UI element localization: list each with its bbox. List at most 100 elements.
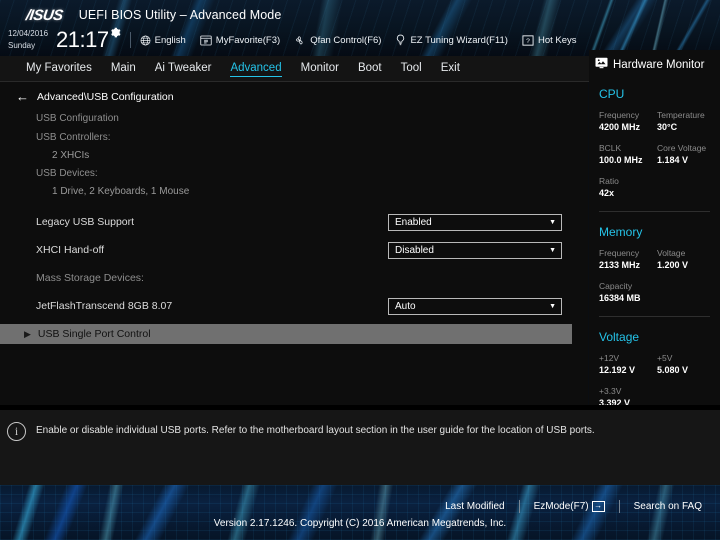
chevron-down-icon: ▼ <box>549 246 556 254</box>
hw-section-title-cpu: CPU <box>599 87 625 101</box>
hw-cell: Ratio 42x <box>599 176 657 200</box>
hw-row: BCLK 100.0 MHz Core Voltage 1.184 V <box>589 143 720 167</box>
qfan-control-button[interactable]: Qfan Control(F6) <box>294 35 381 46</box>
fan-icon <box>294 35 306 46</box>
header: /ISUS UEFI BIOS Utility – Advanced Mode … <box>0 0 720 56</box>
hw-value: 12.192 V <box>599 365 636 375</box>
help-text: Enable or disable individual USB ports. … <box>36 425 595 436</box>
chevron-right-icon: ▶ <box>24 328 31 339</box>
hw-cell: Core Voltage 1.184 V <box>657 143 715 167</box>
language-selector[interactable]: English <box>140 35 186 46</box>
hw-cell: Frequency 4200 MHz <box>599 110 657 134</box>
globe-icon <box>140 35 151 46</box>
info-icon: i <box>7 422 26 441</box>
mass-storage-devices-label: Mass Storage Devices: <box>36 272 144 284</box>
setting-row-xhci-hand-off[interactable]: XHCI Hand-off Disabled ▼ <box>0 236 588 264</box>
tab-ai-tweaker[interactable]: Ai Tweaker <box>155 62 212 76</box>
hw-value: 1.200 V <box>657 260 689 270</box>
submenu-label: USB Single Port Control <box>37 328 151 340</box>
hw-key: Voltage <box>657 248 686 258</box>
tab-my-favorites[interactable]: My Favorites <box>26 62 92 76</box>
header-divider <box>129 32 131 48</box>
hw-cell: Temperature 30°C <box>657 110 715 134</box>
gear-icon[interactable] <box>110 27 121 41</box>
date-text: 12/04/2016 <box>8 29 49 38</box>
ez-tuning-wizard-button[interactable]: EZ Tuning Wizard(F11) <box>395 34 508 46</box>
jetflash-dropdown[interactable]: Auto ▼ <box>388 297 562 315</box>
hot-keys-label: Hot Keys <box>537 34 577 46</box>
jetflash-value: Auto <box>395 300 416 312</box>
monitor-icon <box>595 56 608 74</box>
hw-key: Frequency <box>599 248 640 258</box>
arrow-right-box-icon: → <box>591 500 605 512</box>
back-arrow-icon[interactable]: ← <box>16 90 29 103</box>
hw-key: +3.3V <box>599 386 622 396</box>
hardware-monitor-panel: Hardware Monitor CPU Frequency 4200 MHz … <box>589 50 720 408</box>
myfavorite-button[interactable]: MyFavorite(F3) <box>200 35 280 46</box>
hardware-monitor-title: Hardware Monitor <box>613 59 705 71</box>
hw-key: +5V <box>657 353 673 363</box>
ezmode-button[interactable]: EzMode(F7) → <box>533 500 605 512</box>
setting-row-legacy-usb-support[interactable]: Legacy USB Support Enabled ▼ <box>0 208 588 236</box>
xhci-hand-off-value: Disabled <box>395 244 434 256</box>
hw-key: +12V <box>599 353 620 363</box>
mass-storage-devices-header: Mass Storage Devices: <box>0 264 588 292</box>
usb-devices-value: 1 Drive, 2 Keyboards, 1 Mouse <box>52 186 190 197</box>
clock-text: 21:17 <box>56 27 109 52</box>
submenu-usb-single-port-control[interactable]: ▶ USB Single Port Control <box>0 324 572 344</box>
usb-configuration-heading: USB Configuration <box>36 113 119 124</box>
star-window-icon <box>200 35 212 46</box>
hw-row: Capacity 16384 MB <box>589 281 720 305</box>
hw-divider <box>599 211 710 212</box>
svg-text:?: ? <box>526 37 530 44</box>
hw-key: Ratio <box>599 176 619 186</box>
hw-value: 42x <box>599 188 615 198</box>
hw-key: Capacity <box>599 281 633 291</box>
hw-key: Temperature <box>657 110 705 120</box>
hw-cell: BCLK 100.0 MHz <box>599 143 657 167</box>
datetime-display: 12/04/2016 Sunday <box>8 29 48 51</box>
hw-cell: Voltage 1.200 V <box>657 248 715 272</box>
hw-key: Frequency <box>599 110 640 120</box>
last-modified-button[interactable]: Last Modified <box>445 501 504 512</box>
usb-devices-label: USB Devices: <box>36 168 98 179</box>
legacy-usb-support-label: Legacy USB Support <box>36 216 135 228</box>
header-toolbar: 12/04/2016 Sunday 21:17 English MyFavori… <box>0 25 591 55</box>
footer-divider <box>518 499 520 513</box>
main-panel: ← Advanced\USB Configuration USB Configu… <box>0 82 588 405</box>
qfan-control-label: Qfan Control(F6) <box>310 34 382 46</box>
xhci-hand-off-label: XHCI Hand-off <box>36 244 105 256</box>
setting-row-jetflash[interactable]: JetFlashTranscend 8GB 8.07 Auto ▼ <box>0 292 588 320</box>
weekday-text: Sunday <box>8 41 36 50</box>
breadcrumb-label: Advanced\USB Configuration <box>37 90 174 103</box>
usb-controllers-value: 2 XHCIs <box>52 150 90 161</box>
hw-row: +12V 12.192 V +5V 5.080 V <box>589 353 720 377</box>
hw-divider <box>599 316 710 317</box>
footer-links: Last Modified EzMode(F7) → Search on FAQ <box>0 495 720 517</box>
search-on-faq-button[interactable]: Search on FAQ <box>634 501 702 512</box>
hw-cell: Frequency 2133 MHz <box>599 248 657 272</box>
asus-logo: /ISUS <box>24 6 64 24</box>
hw-value: 100.0 MHz <box>599 155 643 165</box>
ezmode-label: EzMode(F7) <box>533 500 589 512</box>
hw-row: Frequency 2133 MHz Voltage 1.200 V <box>589 248 720 272</box>
help-bar: i Enable or disable individual USB ports… <box>0 410 720 485</box>
tab-exit[interactable]: Exit <box>441 62 460 76</box>
hw-row: Ratio 42x <box>589 176 720 200</box>
hw-cell: Capacity 16384 MB <box>599 281 657 305</box>
tab-tool[interactable]: Tool <box>401 62 422 76</box>
xhci-hand-off-dropdown[interactable]: Disabled ▼ <box>388 241 562 259</box>
legacy-usb-support-dropdown[interactable]: Enabled ▼ <box>388 213 562 231</box>
hw-value: 16384 MB <box>599 293 641 303</box>
breadcrumb[interactable]: ← Advanced\USB Configuration <box>0 82 588 103</box>
footer-divider <box>618 499 620 513</box>
hw-value: 2133 MHz <box>599 260 641 270</box>
tab-boot[interactable]: Boot <box>358 62 382 76</box>
tab-monitor[interactable]: Monitor <box>301 62 339 76</box>
hot-keys-button[interactable]: ? Hot Keys <box>522 35 577 46</box>
usb-controllers-label: USB Controllers: <box>36 132 111 143</box>
question-box-icon: ? <box>522 34 534 46</box>
hw-cell: +12V 12.192 V <box>599 353 657 377</box>
tab-advanced[interactable]: Advanced <box>230 62 282 77</box>
tab-main[interactable]: Main <box>111 62 136 76</box>
